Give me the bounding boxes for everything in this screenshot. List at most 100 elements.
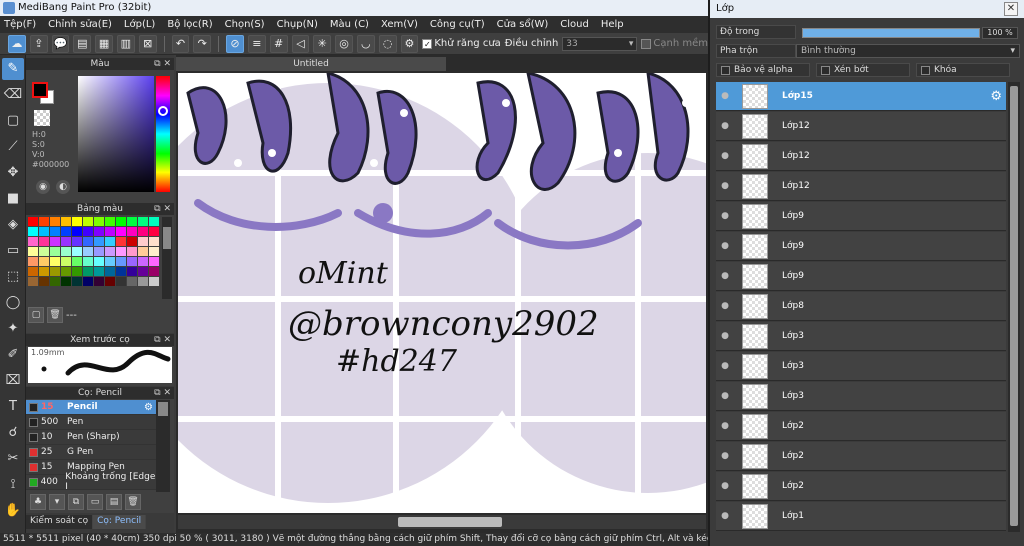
visibility-icon[interactable]: ● <box>716 211 734 221</box>
palette-swatch[interactable] <box>50 227 60 236</box>
brush-item[interactable]: 400 Khoảng trống [Edge I <box>26 472 156 492</box>
layer-row[interactable]: ● Lớp15 ⚙ <box>716 82 1006 111</box>
palette-swatch[interactable] <box>127 237 137 246</box>
palette-swatch[interactable] <box>116 247 126 256</box>
visibility-icon[interactable]: ● <box>716 151 734 161</box>
gradient-tool-icon[interactable]: ▭ <box>2 240 24 262</box>
layer-row[interactable]: ● Lớp9 <box>716 262 1006 291</box>
palette-swatch[interactable] <box>39 277 49 286</box>
layer-row[interactable]: ● Lớp9 <box>716 232 1006 261</box>
panel-close-icon[interactable]: ⧉ ✕ <box>154 387 171 399</box>
curve-snap-icon[interactable]: ◡ <box>356 34 375 53</box>
palette-swatch[interactable] <box>61 247 71 256</box>
saturation-value-picker[interactable] <box>78 76 154 192</box>
chat-icon[interactable]: 💬 <box>51 34 70 53</box>
palette-swatch[interactable] <box>105 277 115 286</box>
palette-swatch[interactable] <box>39 217 49 226</box>
lock-checkbox[interactable]: Khóa <box>916 63 1010 77</box>
opacity-slider[interactable] <box>802 28 980 38</box>
palette-swatch[interactable] <box>83 277 93 286</box>
gear-icon[interactable]: ⚙ <box>990 89 1002 104</box>
palette-swatch[interactable] <box>105 267 115 276</box>
palette-swatch[interactable] <box>149 227 159 236</box>
layer-row[interactable]: ● Lớp3 <box>716 382 1006 411</box>
page-icon[interactable]: ▦ <box>95 34 113 53</box>
brush-item[interactable]: 10 Pen (Sharp) <box>26 430 156 445</box>
palette-swatch[interactable] <box>138 277 148 286</box>
visibility-icon[interactable]: ● <box>716 451 734 461</box>
layer-row[interactable]: ● Lớp9 <box>716 202 1006 231</box>
export-icon[interactable]: ⇪ <box>29 34 48 53</box>
grid-snap-icon[interactable]: # <box>269 34 288 53</box>
menu-filter[interactable]: Bộ lọc(R) <box>167 19 212 30</box>
palette-scrollbar[interactable] <box>162 217 172 299</box>
menu-edit[interactable]: Chỉnh sửa(E) <box>48 19 112 30</box>
palette-swatch[interactable] <box>28 257 38 266</box>
menu-cloud[interactable]: Cloud <box>560 19 589 30</box>
palette-swatch[interactable] <box>72 217 82 226</box>
palette-swatch[interactable] <box>61 237 71 246</box>
layer-row[interactable]: ● Lớp12 <box>716 172 1006 201</box>
palette-swatch[interactable] <box>149 247 159 256</box>
palette-swatch[interactable] <box>138 267 148 276</box>
palette-swatch[interactable] <box>116 237 126 246</box>
hue-slider-knob[interactable] <box>158 106 168 116</box>
palette-swatch[interactable] <box>94 237 104 246</box>
eyedropper-tool-icon[interactable]: ⟟ <box>2 474 24 496</box>
visibility-icon[interactable]: ● <box>716 181 734 191</box>
undo-icon[interactable]: ↶ <box>171 34 190 53</box>
snap-settings-icon[interactable]: ⚙ <box>400 34 419 53</box>
menu-view[interactable]: Xem(V) <box>381 19 418 30</box>
layer-row[interactable]: ● Lớp1 <box>716 502 1006 531</box>
palette-swatch[interactable] <box>61 227 71 236</box>
visibility-icon[interactable]: ● <box>716 481 734 491</box>
brush-folder-icon[interactable]: ▭ <box>87 494 103 510</box>
brush-delete-icon[interactable]: 🗑 <box>125 494 141 510</box>
palette-swatch[interactable] <box>149 237 159 246</box>
menu-file[interactable]: Tệp(F) <box>4 19 36 30</box>
palette-swatch[interactable] <box>61 217 71 226</box>
redo-icon[interactable]: ↷ <box>193 34 212 53</box>
gear-icon[interactable]: ⚙ <box>144 402 153 413</box>
select-tool-icon[interactable]: ⬚ <box>2 266 24 288</box>
deselect-icon[interactable]: ⊠ <box>138 34 157 53</box>
palette-swatch[interactable] <box>127 257 137 266</box>
palette-swatch[interactable] <box>149 257 159 266</box>
palette-swatch[interactable] <box>50 257 60 266</box>
palette-swatch[interactable] <box>28 227 38 236</box>
blend-mode-select[interactable]: Bình thường <box>796 44 1020 58</box>
palette-swatch[interactable] <box>138 227 148 236</box>
palette-swatch[interactable] <box>116 277 126 286</box>
brush-copy-icon[interactable]: ⧉ <box>68 494 84 510</box>
palette-swatch[interactable] <box>61 267 71 276</box>
visibility-icon[interactable]: ● <box>716 331 734 341</box>
layer-row[interactable]: ● Lớp3 <box>716 352 1006 381</box>
palette-swatch[interactable] <box>116 267 126 276</box>
adjust-select[interactable]: 33 <box>562 36 638 51</box>
palette-swatch[interactable] <box>28 267 38 276</box>
transparent-color-swatch[interactable] <box>34 110 50 126</box>
visibility-icon[interactable]: ● <box>716 421 734 431</box>
panel-close-icon[interactable]: ⧉ ✕ <box>154 58 171 70</box>
visibility-icon[interactable]: ● <box>716 241 734 251</box>
foreground-color-swatch[interactable] <box>32 82 48 98</box>
palette-swatch[interactable] <box>72 227 82 236</box>
palette-swatch[interactable] <box>39 237 49 246</box>
layer-row[interactable]: ● Lớp2 <box>716 412 1006 441</box>
palette-swatch[interactable] <box>83 227 93 236</box>
hue-slider[interactable] <box>156 76 170 192</box>
palette-swatch[interactable] <box>94 257 104 266</box>
menu-help[interactable]: Help <box>601 19 624 30</box>
layer-list-scrollbar[interactable] <box>1008 82 1020 532</box>
book-icon[interactable]: ▥ <box>116 34 135 53</box>
palette-swatch[interactable] <box>83 237 93 246</box>
close-icon[interactable]: ✕ <box>1004 2 1018 16</box>
menu-select[interactable]: Chọn(S) <box>225 19 265 30</box>
panel-close-icon[interactable]: ⧉ ✕ <box>154 203 171 215</box>
palette-swatch[interactable] <box>116 217 126 226</box>
canvas-horizontal-scrollbar[interactable] <box>178 515 706 529</box>
cloud-icon[interactable]: ☁ <box>8 34 26 53</box>
palette-swatch[interactable] <box>94 217 104 226</box>
delete-palette-icon[interactable]: 🗑 <box>47 307 63 323</box>
palette-swatch[interactable] <box>83 257 93 266</box>
